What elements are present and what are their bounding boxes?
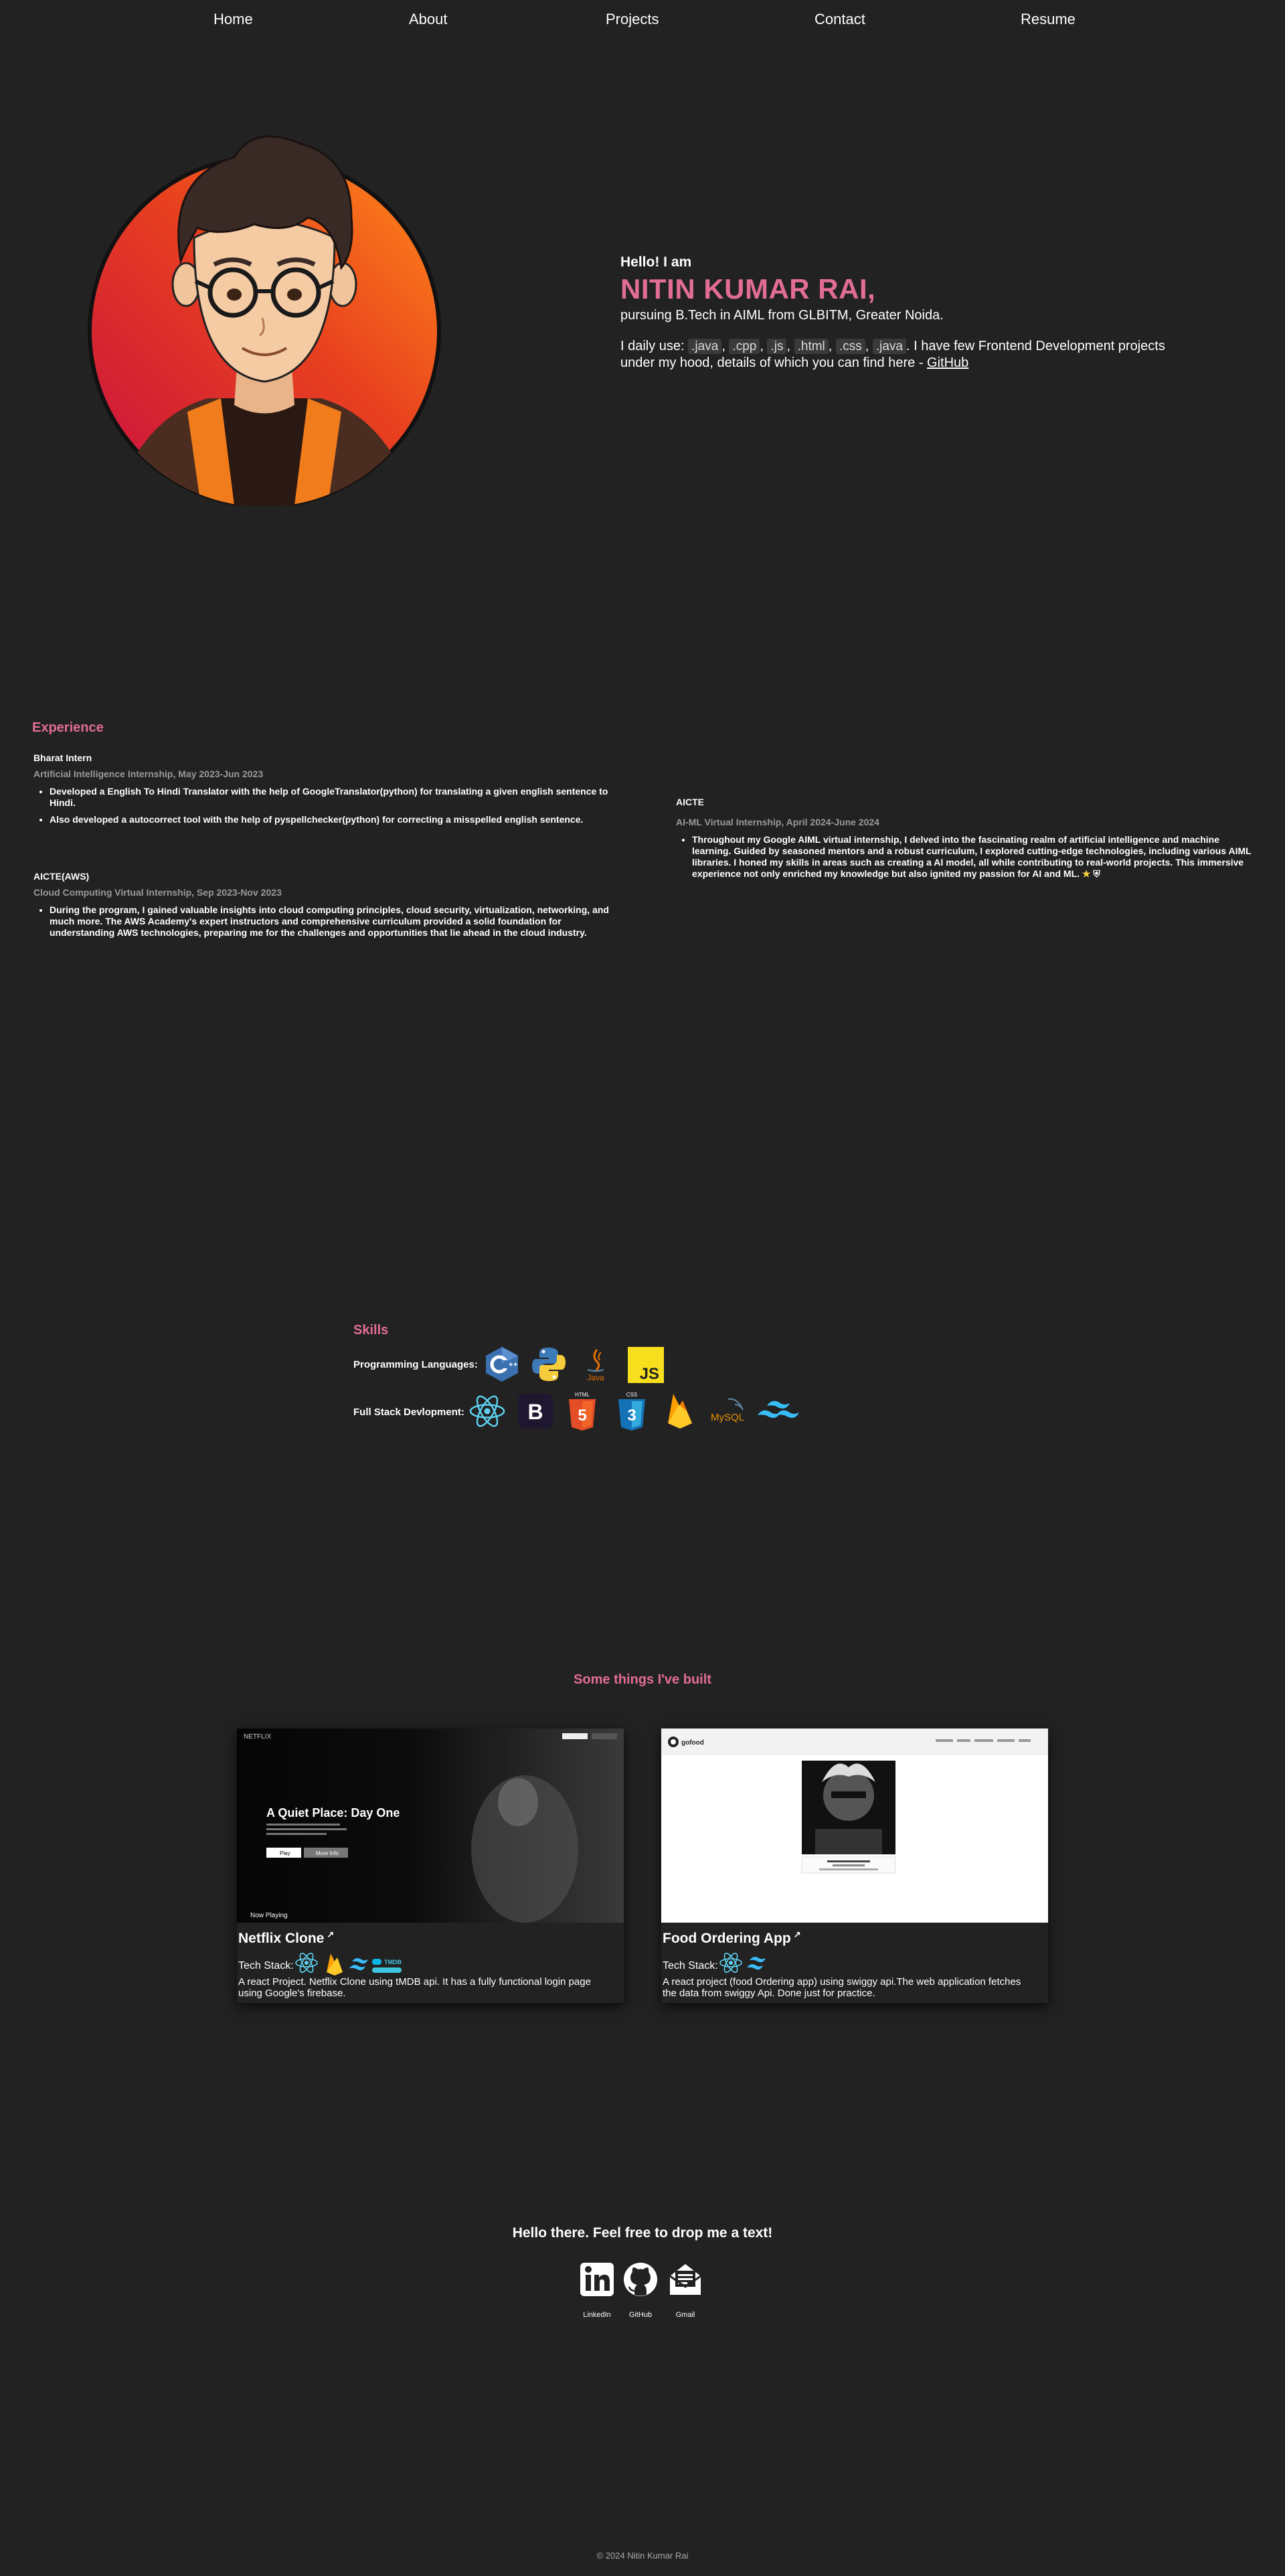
hero-greeting: Hello! I am — [620, 254, 692, 270]
contact-heading: Hello there. Feel free to drop me a text… — [512, 2225, 773, 2241]
css3-icon: CSS 3 — [616, 1391, 653, 1431]
tailwind-icon — [349, 1958, 368, 1971]
lang-html: .html — [794, 339, 829, 354]
experience-points: Throughout my Google AIML virtual intern… — [692, 834, 1252, 880]
hero-name: NITIN KUMAR RAI, — [620, 273, 876, 305]
lang-java-2: .java — [872, 339, 906, 354]
svg-text:A Quiet Place: Day One: A Quiet Place: Day One — [266, 1806, 400, 1820]
svg-text:CSS: CSS — [626, 1392, 637, 1398]
svg-text:TMDB: TMDB — [384, 1959, 402, 1965]
experience-point: Also developed a autocorrect tool with t… — [50, 814, 609, 825]
project-title[interactable]: Food Ordering App ↗ — [663, 1929, 801, 1947]
tech-stack-icons — [719, 1953, 766, 1973]
github-icon[interactable] — [622, 2261, 659, 2298]
lang-css: .css — [835, 339, 865, 354]
svg-text:5: 5 — [578, 1406, 586, 1425]
hero-education: pursuing B.Tech in AIML from GLBITM, Gre… — [620, 308, 944, 323]
experience-item: AICTE(AWS) Cloud Computing Virtual Inter… — [33, 871, 609, 944]
hero-intro: Hello! I am NITIN KUMAR RAI, pursuing B.… — [620, 254, 1196, 372]
experience-item: Bharat Intern Artificial Intelligence In… — [33, 752, 609, 831]
contact-label-gmail: Gmail — [675, 2311, 695, 2319]
experience-point: Developed a English To Hindi Translator … — [50, 786, 609, 809]
lang-java: .java — [688, 339, 722, 354]
svg-text:More Info: More Info — [316, 1850, 339, 1856]
javascript-icon: JS — [628, 1347, 665, 1384]
languages-label: Programming Languages: — [353, 1359, 478, 1370]
python-icon — [530, 1346, 568, 1383]
nav-contact[interactable]: Contact — [815, 11, 865, 28]
fullstack-label: Full Stack Devlopment: — [353, 1406, 464, 1418]
tech-stack-icons: TMDB — [295, 1953, 402, 1976]
svg-text:HTML: HTML — [575, 1392, 590, 1398]
svg-text:3: 3 — [627, 1406, 636, 1425]
svg-text:+: + — [513, 1361, 517, 1369]
mysql-icon: MySQL — [708, 1392, 752, 1430]
svg-text:B: B — [527, 1400, 543, 1424]
project-preview-netflix: NETFLIX A Quiet Place: Day One Play More… — [237, 1728, 624, 1923]
hero-daily-use: I daily use: .java, .cpp, .js, .html, .c… — [620, 339, 1165, 370]
experience-org: AICTE — [676, 797, 704, 807]
project-card-netflix[interactable]: NETFLIX A Quiet Place: Day One Play More… — [237, 1728, 624, 2003]
experience-role: Cloud Computing Virtual Internship, Sep … — [33, 887, 282, 898]
experience-point: Throughout my Google AIML virtual intern… — [692, 834, 1252, 880]
svg-text:Play: Play — [280, 1850, 290, 1856]
experience-role: Artificial Intelligence Internship, May … — [33, 769, 264, 779]
html5-icon: HTML 5 — [566, 1391, 604, 1431]
daily-prefix: I daily use: — [620, 339, 685, 353]
experience-points: Developed a English To Hindi Translator … — [50, 786, 609, 825]
tailwind-icon — [755, 1395, 802, 1433]
github-link[interactable]: GitHub — [927, 355, 968, 370]
firebase-icon — [327, 1953, 343, 1976]
svg-text:JS: JS — [640, 1365, 659, 1383]
svg-text:NETFLIX: NETFLIX — [244, 1733, 271, 1741]
lang-js: .js — [767, 339, 787, 354]
svg-text:gofood: gofood — [681, 1739, 704, 1747]
svg-text:+: + — [509, 1361, 513, 1369]
linkedin-icon[interactable] — [579, 2261, 615, 2298]
project-description: A react Project. Netflix Clone using tMD… — [238, 1976, 591, 1999]
nav-home[interactable]: Home — [213, 11, 253, 28]
shield-icon: ⛨ — [1093, 868, 1100, 879]
nav-about[interactable]: About — [409, 11, 448, 28]
experience-title: Experience — [32, 720, 104, 735]
avatar — [87, 117, 448, 508]
project-description: A react project (food Ordering app) usin… — [663, 1976, 1021, 1999]
java-icon: Java — [577, 1346, 614, 1383]
experience-org: AICTE(AWS) — [33, 871, 90, 882]
project-card-food[interactable]: gofood Food Ordering App ↗ Tech Stack: A … — [661, 1728, 1048, 2003]
nav-projects[interactable]: Projects — [606, 11, 659, 28]
gmail-icon[interactable] — [667, 2261, 703, 2298]
project-preview-food: gofood — [661, 1728, 1048, 1923]
lang-cpp: .cpp — [729, 339, 760, 354]
svg-text:Java: Java — [587, 1373, 604, 1382]
footer-copyright: © 2024 Nitin Kumar Rai — [596, 2551, 689, 2561]
external-link-icon[interactable]: ↗ — [327, 1929, 334, 1939]
experience-role: AI-ML Virtual Internship, April 2024-Jun… — [676, 817, 879, 827]
project-title[interactable]: Netflix Clone ↗ — [238, 1929, 334, 1947]
experience-point: During the program, I gained valuable in… — [50, 904, 609, 939]
tech-stack-label: Tech Stack: — [663, 1960, 718, 1971]
react-icon — [468, 1392, 506, 1430]
c-plus-plus-icon: + + — [483, 1346, 521, 1383]
experience-org: Bharat Intern — [33, 752, 92, 763]
react-icon — [719, 1953, 742, 1973]
svg-text:Now Playing: Now Playing — [250, 1912, 288, 1919]
external-link-icon[interactable]: ↗ — [794, 1929, 801, 1939]
svg-text:MySQL: MySQL — [711, 1412, 744, 1423]
bootstrap-icon: B — [518, 1394, 555, 1431]
tailwind-icon — [747, 1957, 766, 1970]
experience-points: During the program, I gained valuable in… — [50, 904, 609, 939]
nav-resume[interactable]: Resume — [1021, 11, 1076, 28]
tmdb-icon: TMDB — [372, 1959, 402, 1973]
firebase-icon — [663, 1391, 700, 1429]
experience-item: AICTE AI-ML Virtual Internship, April 20… — [676, 797, 1252, 885]
projects-title: Some things I've built — [574, 1672, 711, 1687]
react-icon — [295, 1953, 318, 1973]
tech-stack-label: Tech Stack: — [238, 1960, 294, 1971]
skills-title: Skills — [353, 1323, 389, 1338]
star-icon: ★ — [1082, 868, 1091, 879]
